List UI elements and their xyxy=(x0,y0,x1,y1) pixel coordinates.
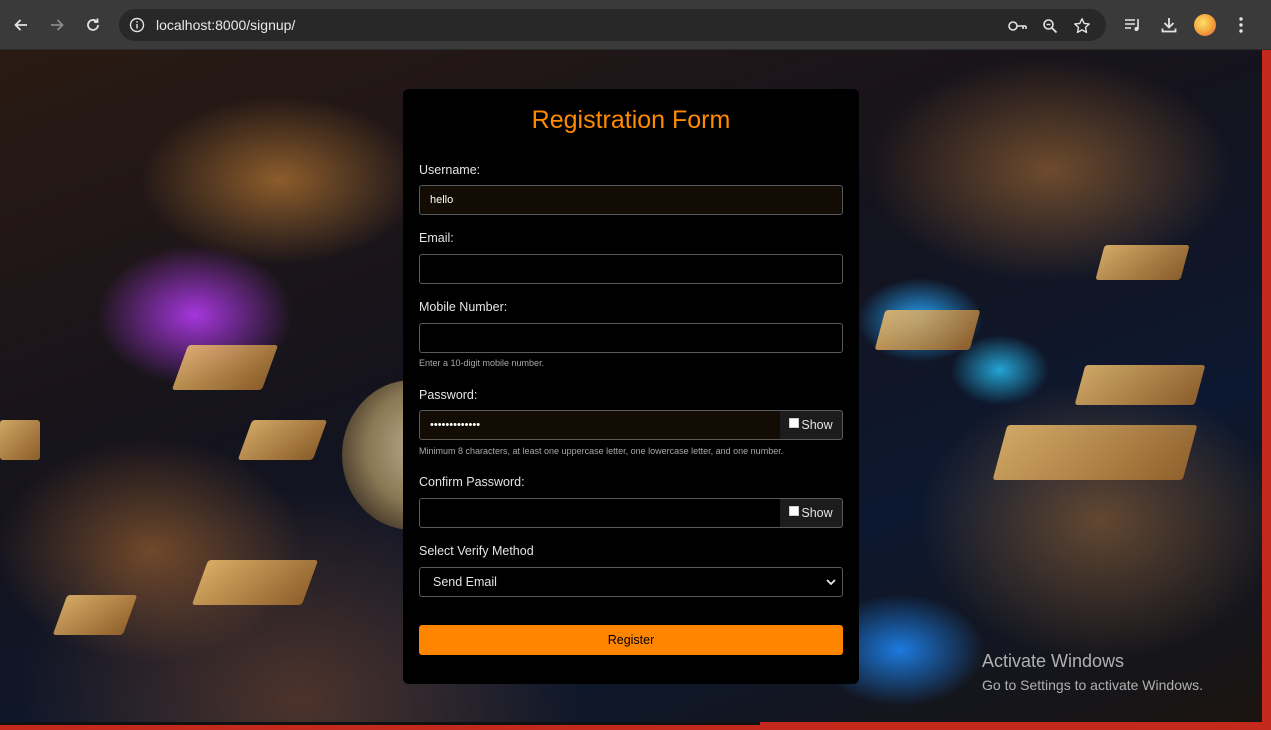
mobile-label: Mobile Number: xyxy=(419,300,508,314)
activate-windows-subtitle: Go to Settings to activate Windows. xyxy=(982,677,1203,693)
show-confirm-password-toggle[interactable]: Show xyxy=(780,498,843,528)
password-help-text: Minimum 8 characters, at least one upper… xyxy=(419,446,784,456)
activate-windows-title: Activate Windows xyxy=(982,651,1125,671)
show-password-toggle[interactable]: Show xyxy=(780,410,843,440)
browser-toolbar: localhost:8000/signup/ xyxy=(0,0,1271,50)
zoom-icon[interactable] xyxy=(1039,15,1061,37)
reload-button[interactable] xyxy=(81,13,105,37)
url-text[interactable]: localhost:8000/signup/ xyxy=(156,17,295,33)
forward-button[interactable] xyxy=(45,13,69,37)
bookmark-star-icon[interactable] xyxy=(1071,15,1093,37)
username-label: Username: xyxy=(419,163,481,177)
registration-form: Registration Form Username: Email: Mobil… xyxy=(403,89,859,684)
email-input[interactable] xyxy=(419,254,843,284)
download-icon[interactable] xyxy=(1157,13,1181,37)
media-playlist-icon[interactable] xyxy=(1121,13,1145,37)
form-title: Registration Form xyxy=(531,106,731,134)
password-input[interactable] xyxy=(419,410,781,440)
verify-method-select[interactable]: Send Email xyxy=(419,567,843,597)
mobile-help-text: Enter a 10-digit mobile number. xyxy=(419,358,545,368)
forward-arrow-icon xyxy=(51,19,64,31)
username-input[interactable] xyxy=(419,185,843,215)
back-button[interactable] xyxy=(9,13,33,37)
confirm-password-input[interactable] xyxy=(419,498,781,528)
reload-icon xyxy=(87,18,99,31)
back-arrow-icon xyxy=(14,19,27,31)
verify-method-label: Select Verify Method xyxy=(419,544,534,558)
window-border-right xyxy=(1262,50,1271,730)
show-confirm-password-checkbox[interactable] xyxy=(789,506,800,516)
show-password-checkbox[interactable] xyxy=(789,418,800,428)
register-button[interactable]: Register xyxy=(419,625,843,655)
verify-method-value: Send Email xyxy=(433,575,497,589)
confirm-password-label: Confirm Password: xyxy=(419,475,525,489)
mobile-input[interactable] xyxy=(419,323,843,353)
site-info-icon[interactable] xyxy=(127,15,147,35)
show-password-label: Show xyxy=(801,418,833,432)
chevron-down-icon xyxy=(826,579,836,586)
profile-avatar-icon[interactable] xyxy=(1194,14,1216,36)
address-bar[interactable]: localhost:8000/signup/ xyxy=(119,9,1106,41)
email-label: Email: xyxy=(419,231,454,245)
key-icon[interactable] xyxy=(1007,15,1029,37)
password-label: Password: xyxy=(419,388,478,402)
show-confirm-password-label: Show xyxy=(801,506,833,520)
window-border-bottom-dark xyxy=(0,722,760,725)
menu-kebab-icon[interactable] xyxy=(1229,13,1253,37)
